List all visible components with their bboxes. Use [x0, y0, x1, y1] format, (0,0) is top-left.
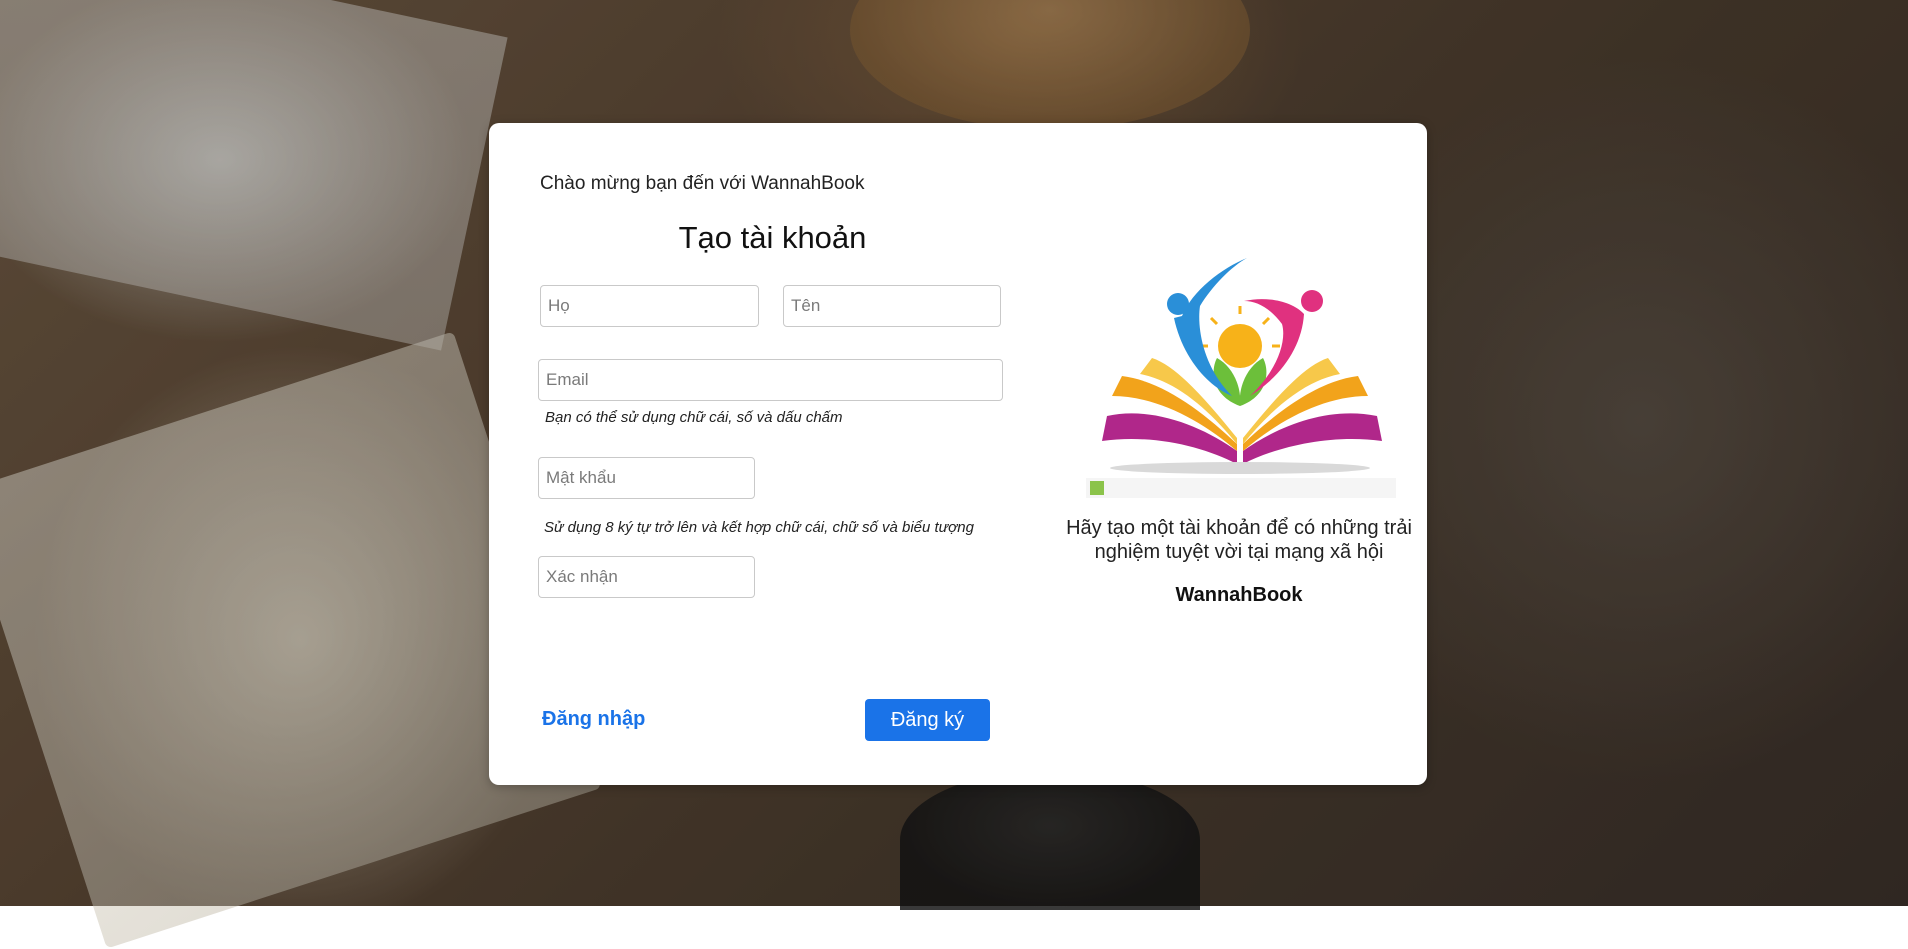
- password-input[interactable]: [538, 457, 755, 499]
- promo-text: Hãy tạo một tài khoản để có những trải n…: [1066, 517, 1412, 563]
- brand-name: WannahBook: [1175, 584, 1303, 606]
- signup-card: Chào mừng bạn đến với WannahBook Tạo tài…: [489, 123, 1427, 785]
- wannahbook-logo: [1082, 246, 1400, 501]
- login-link[interactable]: Đăng nhập: [542, 708, 645, 731]
- first-name-input[interactable]: [783, 285, 1001, 327]
- email-input[interactable]: [538, 359, 1003, 401]
- register-button[interactable]: Đăng ký: [865, 699, 990, 741]
- welcome-text: Chào mừng bạn đến với WannahBook: [540, 173, 865, 194]
- password-hint: Sử dụng 8 ký tự trở lên và kết hợp chữ c…: [544, 519, 974, 536]
- confirm-password-input[interactable]: [538, 556, 755, 598]
- page-title: Tạo tài khoản: [678, 220, 867, 255]
- email-hint: Bạn có thể sử dụng chữ cái, số và dấu ch…: [545, 409, 843, 426]
- last-name-input[interactable]: [540, 285, 759, 327]
